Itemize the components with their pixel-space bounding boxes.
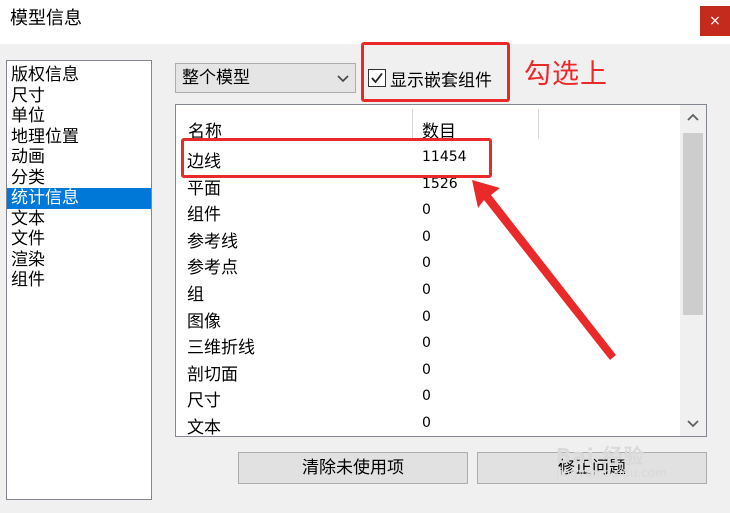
column-divider[interactable] <box>412 109 413 139</box>
scope-dropdown[interactable]: 整个模型 <box>175 63 356 93</box>
row-name: 三维折线 <box>187 338 255 359</box>
table-row: 图像 0 <box>176 305 681 332</box>
scroll-up-button[interactable] <box>680 105 706 131</box>
table-body: 边线 11454 平面 1526 组件 0 参考线 0 参考点 0 组0 图像 0 三维折线… <box>176 145 681 437</box>
row-name: 文本 <box>187 417 221 437</box>
table-row: 尺寸 0 <box>176 384 681 411</box>
row-count: 0 <box>422 361 431 378</box>
table-row: 剖切面 0 <box>176 358 681 385</box>
scroll-down-button[interactable] <box>680 410 706 436</box>
row-name: 组 <box>187 284 204 305</box>
row-count: 0 <box>422 388 431 405</box>
table-row: 文本 0 <box>176 411 681 437</box>
row-count: 0 <box>422 202 431 219</box>
category-item-rendering[interactable]: 渲染 <box>7 250 151 271</box>
category-item-copyright[interactable]: 版权信息 <box>7 65 151 86</box>
chevron-up-icon <box>687 113 699 121</box>
close-button[interactable]: × <box>700 6 730 36</box>
category-item-text[interactable]: 文本 <box>7 209 151 230</box>
annotation-label: 勾选上 <box>524 59 608 90</box>
category-item-file[interactable]: 文件 <box>7 229 151 250</box>
vertical-scrollbar[interactable] <box>680 105 706 436</box>
close-icon: × <box>709 13 721 29</box>
purge-unused-button[interactable]: 清除未使用项 <box>238 452 468 484</box>
row-count: 0 <box>422 255 431 272</box>
row-name: 图像 <box>187 311 221 332</box>
row-count: 0 <box>422 414 431 431</box>
table-row: 参考线 0 <box>176 225 681 252</box>
category-item-geo-location[interactable]: 地理位置 <box>7 127 151 148</box>
row-count: 0 <box>422 335 431 352</box>
category-item-animation[interactable]: 动画 <box>7 147 151 168</box>
table-row: 三维折线 0 <box>176 331 681 358</box>
column-divider[interactable] <box>538 109 539 139</box>
row-name: 组件 <box>187 205 221 226</box>
table-header: 名称 数目 <box>176 105 681 142</box>
table-row: 组件 0 <box>176 198 681 225</box>
category-list[interactable]: 版权信息 尺寸 单位 地理位置 动画 分类 统计信息 文本 文件 渲染 组件 <box>6 60 152 500</box>
row-name: 剖切面 <box>187 364 238 385</box>
category-item-statistics[interactable]: 统计信息 <box>7 188 151 209</box>
scroll-thumb[interactable] <box>683 133 703 315</box>
edges-row-highlight-box <box>181 138 492 178</box>
row-count: 0 <box>422 228 431 245</box>
row-name: 参考点 <box>187 258 238 279</box>
window-title: 模型信息 <box>10 8 82 29</box>
watermark-logo: Bai 经验 <box>556 444 645 468</box>
chevron-down-icon <box>337 75 349 83</box>
category-item-units[interactable]: 单位 <box>7 106 151 127</box>
chevron-down-icon <box>687 420 699 428</box>
table-row: 组0 <box>176 278 681 305</box>
row-name: 尺寸 <box>187 391 221 412</box>
category-item-classifications[interactable]: 分类 <box>7 168 151 189</box>
row-count: 0 <box>422 281 431 298</box>
row-count: 0 <box>422 308 431 325</box>
watermark-url: jingyan.baidu.com <box>556 466 667 480</box>
scope-selected-value: 整个模型 <box>182 68 250 88</box>
category-item-components[interactable]: 组件 <box>7 270 151 291</box>
title-bar: 模型信息 × <box>0 0 730 44</box>
category-item-dimensions[interactable]: 尺寸 <box>7 86 151 107</box>
table-row: 参考点 0 <box>176 251 681 278</box>
row-name: 参考线 <box>187 231 238 252</box>
checkbox-highlight-box <box>361 42 510 102</box>
